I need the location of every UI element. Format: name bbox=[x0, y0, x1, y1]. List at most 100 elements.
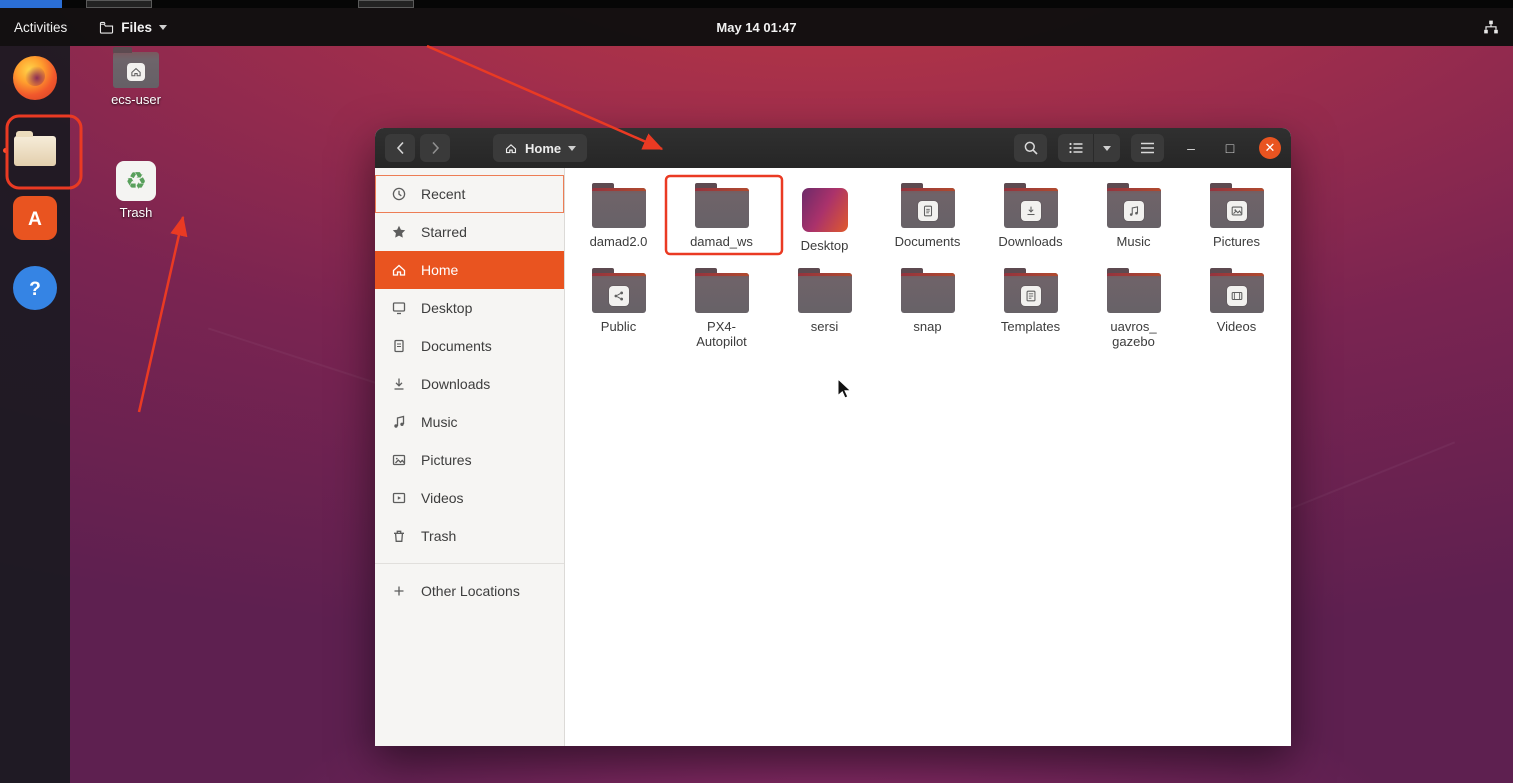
file-item-music[interactable]: Music bbox=[1082, 180, 1185, 265]
recent-icon bbox=[390, 186, 408, 202]
picture-emblem-icon bbox=[1226, 201, 1247, 222]
file-label: damad2.0 bbox=[589, 234, 648, 249]
sidebar-item-documents[interactable]: Documents bbox=[375, 327, 564, 365]
folder-icon bbox=[1003, 183, 1058, 228]
music-icon bbox=[390, 414, 408, 430]
files-window: Home – □ ✕ Recent Starred Home Desktop D… bbox=[375, 128, 1291, 746]
menu-button[interactable] bbox=[1131, 134, 1164, 162]
close-button[interactable]: ✕ bbox=[1259, 137, 1281, 159]
sidebar-item-recent[interactable]: Recent bbox=[375, 175, 564, 213]
dock-item-help[interactable]: ? bbox=[11, 264, 59, 312]
file-item-snap[interactable]: snap bbox=[876, 265, 979, 361]
sidebar-item-label: Videos bbox=[421, 490, 464, 506]
recycle-glyph: ♻ bbox=[125, 167, 147, 195]
file-item-templates[interactable]: Templates bbox=[979, 265, 1082, 361]
file-label: Desktop bbox=[800, 238, 849, 253]
minimize-button[interactable]: – bbox=[1179, 140, 1203, 156]
path-bar-home-button[interactable]: Home bbox=[493, 134, 588, 162]
file-item-pictures[interactable]: Pictures bbox=[1185, 180, 1288, 265]
file-grid: damad2.0 damad_ws Desktop Documents Download… bbox=[565, 168, 1291, 746]
running-app-indicator bbox=[3, 148, 8, 153]
screen-artifact bbox=[86, 0, 152, 8]
view-toggle-button bbox=[1058, 134, 1120, 162]
folder-icon bbox=[591, 268, 646, 313]
help-glyph: ? bbox=[29, 279, 41, 300]
documents-icon bbox=[390, 338, 408, 354]
desktop-icon-label: Trash bbox=[119, 205, 153, 220]
software-glyph: A bbox=[28, 209, 42, 230]
list-view-icon bbox=[1068, 142, 1082, 154]
activities-button[interactable]: Activities bbox=[14, 20, 67, 35]
dock-item-software[interactable]: A bbox=[11, 194, 59, 242]
search-button[interactable] bbox=[1014, 134, 1047, 162]
network-icon[interactable] bbox=[1483, 19, 1499, 35]
folder-icon bbox=[694, 183, 749, 228]
hamburger-icon bbox=[1141, 142, 1154, 154]
sidebar-item-trash[interactable]: Trash bbox=[375, 517, 564, 555]
sidebar-item-pictures[interactable]: Pictures bbox=[375, 441, 564, 479]
file-item-damad2.0[interactable]: damad2.0 bbox=[567, 180, 670, 265]
home-emblem-icon bbox=[127, 62, 145, 81]
path-label: Home bbox=[525, 140, 562, 156]
annotation-arrow-dock bbox=[137, 215, 188, 413]
sidebar-item-label: Trash bbox=[421, 528, 457, 544]
dock-item-files[interactable] bbox=[11, 124, 59, 172]
firefox-icon bbox=[13, 56, 57, 100]
sidebar-item-music[interactable]: Music bbox=[375, 403, 564, 441]
back-button[interactable] bbox=[385, 134, 415, 162]
sidebar-item-label: Downloads bbox=[421, 376, 491, 392]
sidebar-item-label: Recent bbox=[421, 186, 466, 202]
folder-icon bbox=[1106, 183, 1161, 228]
music-emblem-icon bbox=[1123, 201, 1144, 222]
file-label: PX4- Autopilot bbox=[696, 319, 747, 349]
file-item-px4-autopilot[interactable]: PX4- Autopilot bbox=[670, 265, 773, 361]
desktop-icon-trash[interactable]: ♻ Trash bbox=[93, 161, 179, 220]
screen-artifact bbox=[358, 0, 414, 8]
home-icon bbox=[504, 142, 518, 155]
downloads-icon bbox=[390, 376, 408, 392]
video-emblem-icon bbox=[1226, 286, 1247, 307]
app-menu-button[interactable]: Files bbox=[99, 20, 168, 35]
search-icon bbox=[1024, 141, 1038, 155]
forward-button[interactable] bbox=[420, 134, 450, 162]
pictures-icon bbox=[390, 452, 408, 468]
file-label: sersi bbox=[810, 319, 839, 334]
desktop-icon-ecs-user[interactable]: ecs-user bbox=[93, 47, 179, 107]
file-label: Documents bbox=[894, 234, 961, 249]
sidebar-item-label: Starred bbox=[421, 224, 467, 240]
sidebar-item-starred[interactable]: Starred bbox=[375, 213, 564, 251]
file-item-public[interactable]: Public bbox=[567, 265, 670, 361]
file-item-uavros-gazebo[interactable]: uavros_ gazebo bbox=[1082, 265, 1185, 361]
file-item-sersi[interactable]: sersi bbox=[773, 265, 876, 361]
file-item-videos[interactable]: Videos bbox=[1185, 265, 1288, 361]
dock-item-firefox[interactable] bbox=[11, 54, 59, 102]
file-item-downloads[interactable]: Downloads bbox=[979, 180, 1082, 265]
download-emblem-icon bbox=[1020, 201, 1041, 222]
sidebar-item-videos[interactable]: Videos bbox=[375, 479, 564, 517]
sidebar-item-label: Desktop bbox=[421, 300, 473, 316]
document-emblem-icon bbox=[917, 201, 938, 222]
sidebar-item-home[interactable]: Home bbox=[375, 251, 564, 289]
file-item-desktop[interactable]: Desktop bbox=[773, 180, 876, 265]
sidebar-item-downloads[interactable]: Downloads bbox=[375, 365, 564, 403]
view-options-button[interactable] bbox=[1094, 134, 1120, 162]
folder-icon bbox=[1003, 268, 1058, 313]
list-view-button[interactable] bbox=[1058, 134, 1094, 162]
file-label: Templates bbox=[1000, 319, 1061, 334]
sidebar-item-other-locations[interactable]: Other Locations bbox=[375, 572, 564, 610]
videos-icon bbox=[390, 490, 408, 506]
file-label: snap bbox=[913, 319, 942, 334]
file-item-damad-ws[interactable]: damad_ws bbox=[670, 180, 773, 265]
file-item-documents[interactable]: Documents bbox=[876, 180, 979, 265]
clock[interactable]: May 14 01:47 bbox=[716, 20, 796, 35]
file-label: Downloads bbox=[998, 234, 1063, 249]
help-icon: ? bbox=[13, 266, 57, 310]
file-label: Public bbox=[600, 319, 637, 334]
folder-icon bbox=[900, 268, 955, 313]
sidebar-item-desktop[interactable]: Desktop bbox=[375, 289, 564, 327]
window-header[interactable]: Home – □ ✕ bbox=[375, 128, 1291, 168]
files-icon bbox=[14, 131, 56, 166]
maximize-button[interactable]: □ bbox=[1218, 140, 1242, 156]
home-folder-icon bbox=[113, 47, 159, 88]
home-icon bbox=[390, 262, 408, 278]
